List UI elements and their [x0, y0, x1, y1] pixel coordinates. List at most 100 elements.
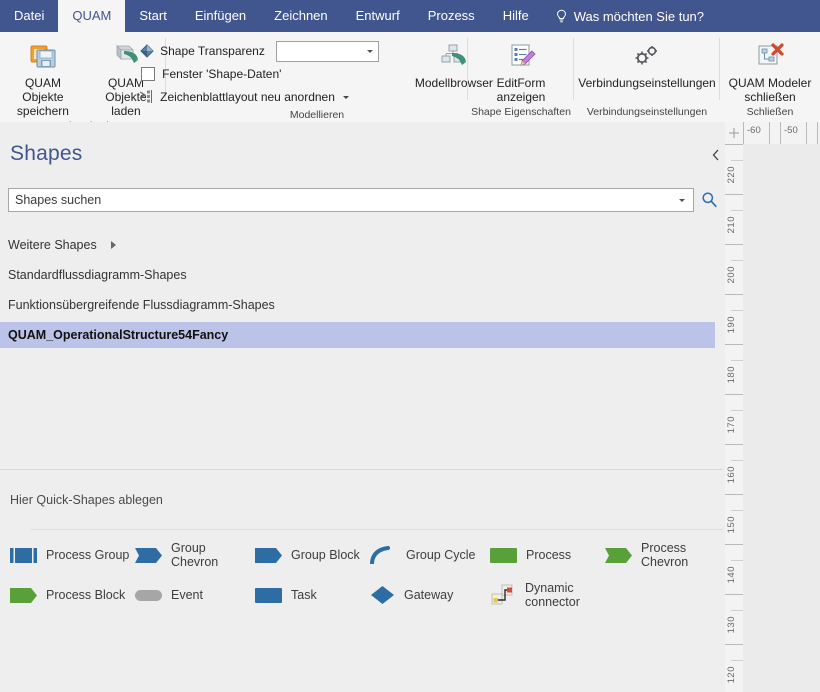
tab-start[interactable]: Start [125, 0, 180, 32]
vruler-label: 220 [726, 166, 737, 184]
ribbon-tab-bar: Datei QUAM Start Einfügen Zeichnen Entwu… [0, 0, 820, 32]
vruler-label: 150 [726, 516, 737, 534]
chevron-down-icon [679, 198, 685, 202]
relayout-label: Zeichenblattlayout neu anordnen [160, 90, 335, 104]
shape-data-window-label: Fenster 'Shape-Daten' [162, 67, 282, 81]
relayout-icon [139, 89, 155, 105]
chevron-down-icon[interactable] [342, 95, 349, 99]
tell-me-label: Was möchten Sie tun? [573, 8, 705, 24]
stencil-item-standardflussdiagramm[interactable]: Standardflussdiagramm-Shapes [0, 262, 725, 288]
shape-item-dynamic-connector[interactable]: Dynamic connector [490, 581, 640, 609]
vruler-label: 170 [726, 416, 737, 434]
task-shape-icon [255, 587, 282, 603]
search-dropdown-button[interactable] [675, 198, 693, 202]
shape-item-process[interactable]: Process [490, 547, 605, 563]
tab-quam[interactable]: QUAM [58, 0, 126, 32]
stencil-label: Standardflussdiagramm-Shapes [8, 268, 187, 282]
connection-settings-button[interactable]: Verbindungseinstellungen [570, 36, 723, 90]
shape-transparency-combo[interactable] [275, 40, 379, 62]
dynamic-connector-shape-icon [490, 583, 516, 607]
tab-datei[interactable]: Datei [0, 0, 58, 32]
shape-data-window-checkbox[interactable] [141, 67, 156, 81]
pane-divider [0, 469, 723, 470]
stencil-list: Weitere Shapes Standardflussdiagramm-Sha… [0, 232, 725, 348]
save-quam-objects-label: QUAM Objekte speichern [16, 76, 69, 118]
stencil-label: Funktionsübergreifende Flussdiagramm-Sha… [8, 298, 275, 312]
shape-item-task[interactable]: Task [255, 587, 370, 603]
vertical-ruler[interactable]: 220 210 200 190 180 170 160 150 140 130 … [725, 144, 744, 692]
stencil-item-funktionsuebergreifende[interactable]: Funktionsübergreifende Flussdiagramm-Sha… [0, 292, 725, 318]
group-label-shape-eigenschaften: Shape Eigenschaften [471, 106, 571, 118]
chevron-left-icon[interactable] [707, 147, 723, 163]
vruler-label: 140 [726, 566, 737, 584]
group-chevron-shape-icon [135, 547, 162, 563]
shape-label: Group Cycle [406, 548, 476, 562]
drawing-canvas[interactable] [743, 144, 820, 692]
tab-entwurf[interactable]: Entwurf [342, 0, 414, 32]
shape-transparency-row[interactable]: Shape Transparenz [139, 40, 379, 62]
content-area: Shapes Weitere Shapes [0, 122, 820, 692]
shape-label: Process Chevron [641, 541, 689, 569]
editform-icon [506, 40, 536, 74]
vruler-label: 180 [726, 366, 737, 384]
shape-item-process-chevron[interactable]: Process Chevron [605, 541, 715, 569]
tab-prozess[interactable]: Prozess [414, 0, 489, 32]
shape-label: Group Block [291, 548, 360, 562]
tab-einfuegen[interactable]: Einfügen [181, 0, 260, 32]
vruler-label: 130 [726, 616, 737, 634]
process-block-shape-icon [10, 587, 37, 603]
group-label-modellieren: Modellieren [289, 109, 345, 121]
shape-gallery: Process Group Group Chevron Group Block … [0, 535, 725, 615]
shape-item-group-chevron[interactable]: Group Chevron [135, 541, 255, 569]
page-title: Shapes [10, 142, 83, 165]
ribbon-group-verbindungseinstellungen: Verbindungseinstellungen Verbindungseins… [574, 32, 720, 122]
group-cycle-shape-icon [370, 546, 397, 564]
stencil-item-weitere-shapes[interactable]: Weitere Shapes [0, 232, 725, 258]
shape-label: Process Block [46, 588, 126, 602]
search-input[interactable] [9, 190, 675, 210]
shape-label: Group Chevron [171, 541, 219, 569]
shape-item-process-group[interactable]: Process Group [0, 547, 135, 563]
shapes-search-box[interactable] [8, 188, 694, 212]
shape-item-event[interactable]: Event [135, 588, 255, 602]
ribbon-group-modellieren: Shape Transparenz Fenster 'Shape-Daten' [139, 32, 493, 122]
chevron-right-icon [110, 241, 116, 249]
tell-me-box[interactable]: Was möchten Sie tun? [543, 0, 716, 32]
horizontal-ruler[interactable]: -60 -50 [743, 122, 820, 145]
chevron-down-icon [366, 49, 373, 53]
shape-transparency-label: Shape Transparenz [160, 44, 265, 58]
save-quam-objects-button[interactable]: QUAM Objekte speichern [0, 36, 86, 118]
tab-zeichnen[interactable]: Zeichnen [260, 0, 341, 32]
vruler-label: 160 [726, 466, 737, 484]
quick-shapes-label: Hier Quick-Shapes ablegen [10, 493, 163, 507]
ruler-corner[interactable] [725, 122, 744, 145]
editform-button[interactable]: EditForm anzeigen [489, 36, 554, 104]
close-quam-modeler-button[interactable]: QUAM Modeler schließen [721, 36, 820, 104]
gallery-row: Process Group Group Chevron Group Block … [0, 535, 725, 575]
shape-item-gateway[interactable]: Gateway [370, 585, 490, 605]
event-shape-icon [135, 589, 162, 601]
shape-data-window-row[interactable]: Fenster 'Shape-Daten' [139, 64, 379, 84]
editform-label: EditForm anzeigen [496, 76, 546, 104]
save-objects-icon [28, 40, 58, 74]
group-label-schliessen: Schließen [746, 106, 794, 118]
vruler-label: 120 [726, 666, 737, 684]
gallery-row: Process Block Event Task Gateway Dynamic… [0, 575, 725, 615]
shape-label: Process Group [46, 548, 130, 562]
shape-label: Gateway [404, 588, 454, 602]
search-icon[interactable] [697, 188, 721, 210]
relayout-row[interactable]: Zeichenblattlayout neu anordnen [139, 87, 379, 107]
ribbon-group-schliessen: QUAM Modeler schließen Schließen [720, 32, 820, 122]
gateway-shape-icon [370, 585, 395, 605]
shape-label: Task [291, 588, 317, 602]
shape-label: Process [526, 548, 572, 562]
shape-item-process-block[interactable]: Process Block [0, 587, 135, 603]
shape-item-group-cycle[interactable]: Group Cycle [370, 546, 490, 564]
stencil-item-quam-operationalstructure[interactable]: QUAM_OperationalStructure54Fancy [0, 322, 715, 348]
process-chevron-shape-icon [605, 547, 632, 563]
shape-item-group-block[interactable]: Group Block [255, 547, 370, 563]
gallery-divider [31, 529, 723, 530]
vruler-label: 200 [726, 266, 737, 284]
tab-hilfe[interactable]: Hilfe [489, 0, 543, 32]
vruler-label: 190 [726, 316, 737, 334]
